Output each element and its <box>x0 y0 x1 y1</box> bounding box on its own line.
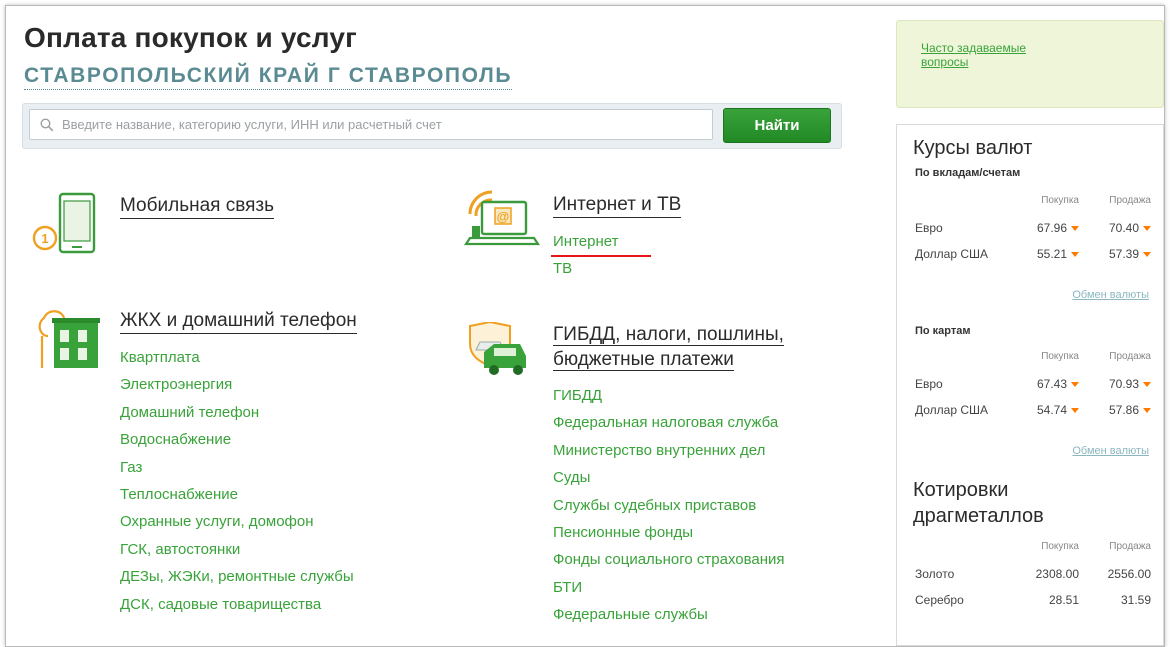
down-arrow-icon <box>1071 408 1079 414</box>
link-interior-ministry[interactable]: Министерство внутренних дел <box>553 437 785 464</box>
mobile-phone-icon: 1 <box>32 192 96 254</box>
down-arrow-icon <box>1143 226 1151 232</box>
link-tv[interactable]: ТВ <box>553 255 681 282</box>
region-selector[interactable]: СТАВРОПОЛЬСКИЙ КРАЙ Г СТАВРОПОЛЬ <box>24 64 513 90</box>
internet-laptop-icon: @ <box>463 190 541 246</box>
link-rent[interactable]: Квартплата <box>120 344 357 371</box>
rates-header: Покупка Продажа <box>1041 195 1151 206</box>
currency-rates-panel: Курсы валют По вкладам/счетам Покупка Пр… <box>896 124 1164 646</box>
link-water[interactable]: Водоснабжение <box>120 426 357 453</box>
category-housing: ЖКХ и домашний телефон Квартплата Электр… <box>120 309 357 618</box>
rates-header: Покупка Продажа <box>1041 351 1151 362</box>
metals-title: Котировки драгметаллов <box>913 479 1044 527</box>
cards-label: По картам <box>915 325 971 337</box>
house-building-icon <box>38 310 100 368</box>
rates-header: Покупка Продажа <box>1041 541 1151 552</box>
metal-row: Серебро 28.51 31.59 <box>915 593 1151 607</box>
rate-row: Евро 67.43 70.93 <box>915 371 1151 397</box>
car-shield-icon <box>469 322 526 375</box>
category-internet-title[interactable]: Интернет и ТВ <box>553 193 682 218</box>
svg-text:1: 1 <box>41 231 48 246</box>
card-rates-table: Покупка Продажа Евро 67.43 70.93 Доллар … <box>915 351 1151 423</box>
search-icon <box>40 118 54 131</box>
category-internet: Интернет и ТВ Интернет ТВ <box>553 193 682 283</box>
category-housing-title[interactable]: ЖКХ и домашний телефон <box>120 309 357 334</box>
metals-table: Покупка Продажа Золото 2308.00 2556.00 С… <box>915 541 1151 613</box>
category-taxes-title[interactable]: ГИБДД, налоги, пошлины, бюджетные платеж… <box>553 322 785 372</box>
rate-row: Доллар США 55.21 57.39 <box>915 241 1151 267</box>
down-arrow-icon <box>1143 252 1151 258</box>
link-bti[interactable]: БТИ <box>553 574 785 601</box>
search-field[interactable] <box>29 109 713 140</box>
link-maintenance[interactable]: ДЕЗы, ЖЭКи, ремонтные службы <box>120 563 357 590</box>
link-gas[interactable]: Газ <box>120 454 357 481</box>
link-courts[interactable]: Суды <box>553 464 785 491</box>
deposit-rates-table: Покупка Продажа Евро 67.96 70.40 Доллар … <box>915 195 1151 267</box>
category-mobile: Мобильная связь <box>120 194 274 219</box>
metal-row: Золото 2308.00 2556.00 <box>915 567 1151 581</box>
svg-text:@: @ <box>497 209 510 224</box>
rate-row: Доллар США 54.74 57.86 <box>915 397 1151 423</box>
search-input[interactable] <box>59 116 712 133</box>
down-arrow-icon <box>1071 226 1079 232</box>
category-mobile-title[interactable]: Мобильная связь <box>120 194 274 219</box>
link-social-insurance[interactable]: Фонды социального страхования <box>553 546 785 573</box>
link-federal-services[interactable]: Федеральные службы <box>553 601 785 628</box>
exchange-link-deposits[interactable]: Обмен валюты <box>1072 289 1149 301</box>
deposits-label: По вкладам/счетам <box>915 167 1021 179</box>
link-pension-funds[interactable]: Пенсионные фонды <box>553 519 785 546</box>
down-arrow-icon <box>1071 252 1079 258</box>
link-electricity[interactable]: Электроэнергия <box>120 371 357 398</box>
link-tax-service[interactable]: Федеральная налоговая служба <box>553 409 785 436</box>
category-taxes: ГИБДД, налоги, пошлины, бюджетные платеж… <box>553 322 785 629</box>
down-arrow-icon <box>1143 408 1151 414</box>
faq-box: Часто задаваемые вопросы <box>896 20 1164 108</box>
down-arrow-icon <box>1071 382 1079 388</box>
highlight-underline <box>551 255 651 257</box>
faq-link[interactable]: Часто задаваемые вопросы <box>921 41 1071 69</box>
rates-title: Курсы валют <box>913 137 1033 159</box>
link-garden[interactable]: ДСК, садовые товарищества <box>120 591 357 618</box>
link-security[interactable]: Охранные услуги, домофон <box>120 508 357 535</box>
link-garage[interactable]: ГСК, автостоянки <box>120 536 357 563</box>
search-button[interactable]: Найти <box>723 108 831 143</box>
link-internet[interactable]: Интернет <box>553 228 681 255</box>
exchange-link-cards[interactable]: Обмен валюты <box>1072 445 1149 457</box>
rate-row: Евро 67.96 70.40 <box>915 215 1151 241</box>
search-bar: Найти <box>22 103 842 149</box>
link-home-phone[interactable]: Домашний телефон <box>120 399 357 426</box>
link-heating[interactable]: Теплоснабжение <box>120 481 357 508</box>
down-arrow-icon <box>1143 382 1151 388</box>
link-traffic-police[interactable]: ГИБДД <box>553 382 785 409</box>
link-bailiffs[interactable]: Службы судебных приставов <box>553 492 785 519</box>
page-title: Оплата покупок и услуг <box>24 22 358 53</box>
